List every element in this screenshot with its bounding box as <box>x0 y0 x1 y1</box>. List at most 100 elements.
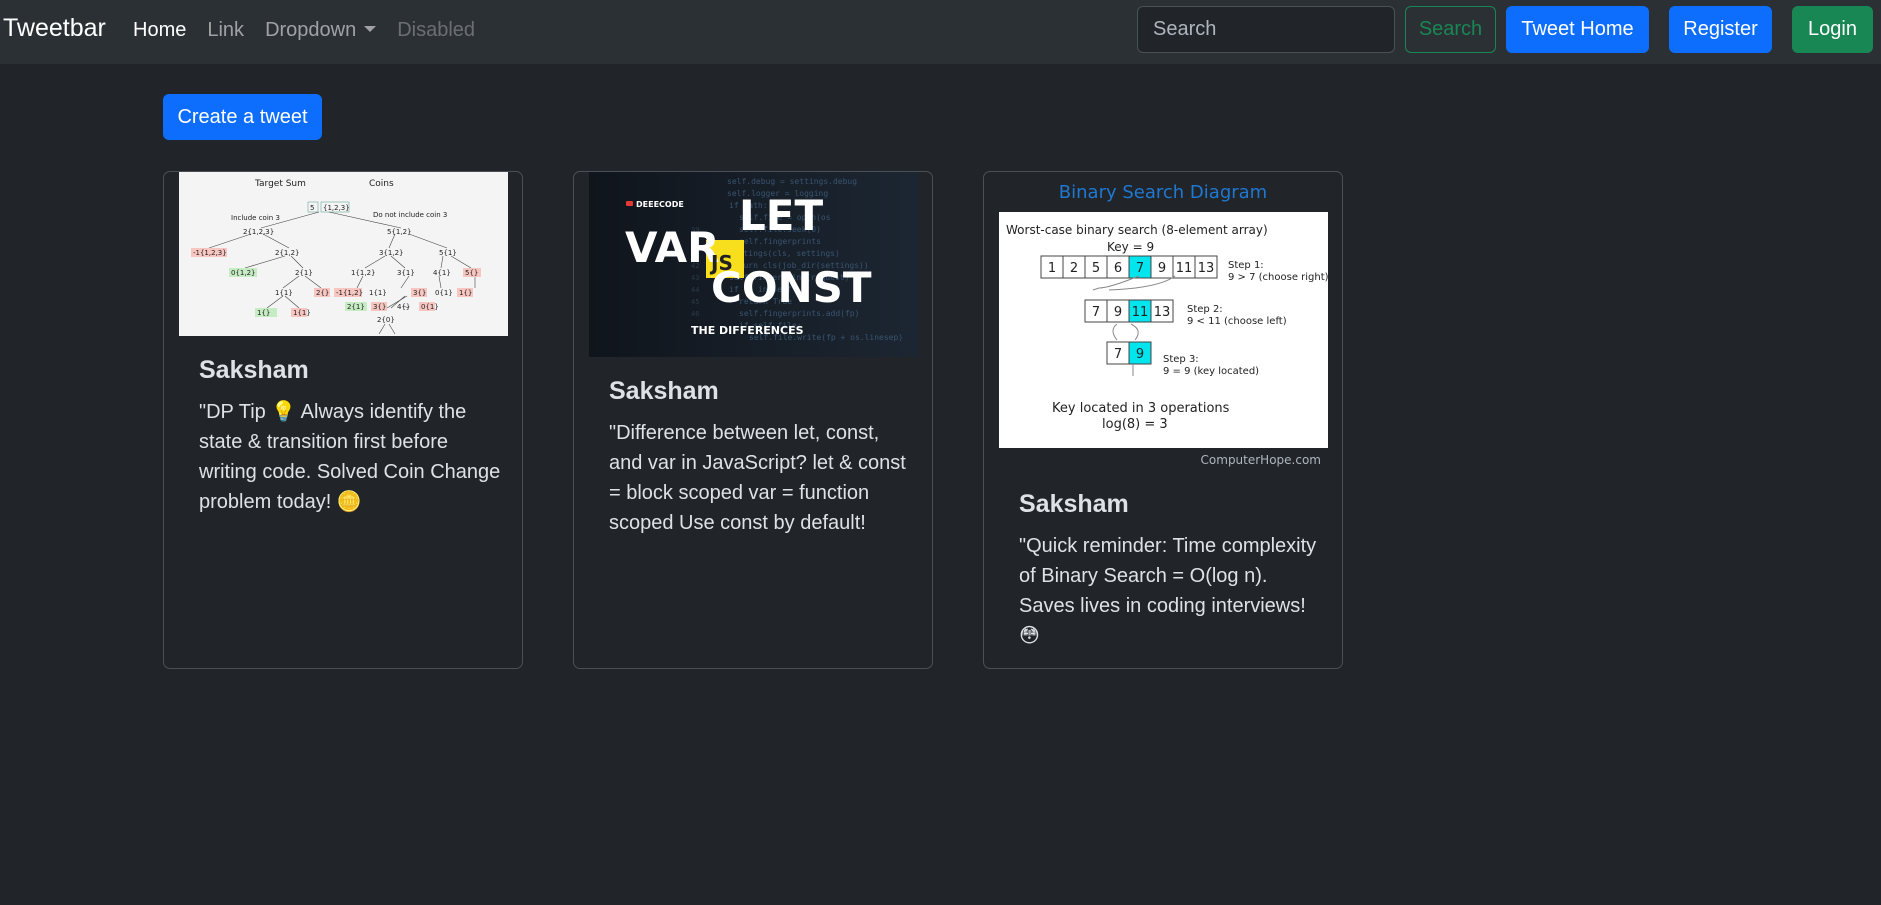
array-cell-value: 13 <box>1198 261 1215 276</box>
tree-label: 5{} <box>465 269 478 277</box>
nav-dropdown[interactable]: Dropdown <box>265 19 377 42</box>
array-cell-value: 7 <box>1136 261 1144 276</box>
register-button[interactable]: Register <box>1669 6 1772 53</box>
array-cell-value: 11 <box>1176 261 1193 276</box>
tree-label: 1{1,2} <box>351 269 376 277</box>
tree-label: Do not include coin 3 <box>373 211 447 219</box>
array-cell-value: 7 <box>1092 305 1100 320</box>
array-cell-value: 11 <box>1132 305 1149 320</box>
tweet-card: Binary Search Diagram Worst-case binary … <box>983 171 1343 669</box>
tree-label: 2{1} <box>295 269 313 277</box>
tree-label: 5 <box>310 204 314 212</box>
tree-label: 3{} <box>413 289 426 297</box>
svg-text:44: 44 <box>691 286 699 294</box>
tree-label: 3{1,2} <box>379 249 404 257</box>
search-input[interactable] <box>1137 6 1395 53</box>
js-var-let-const-image: self.debug = settings.debug self.logger … <box>589 172 918 357</box>
result-line-2: log(8) = 3 <box>1102 417 1168 432</box>
tweet-home-button[interactable]: Tweet Home <box>1506 6 1649 53</box>
tweet-card: self.debug = settings.debug self.logger … <box>573 171 933 669</box>
tree-label: 2{1} <box>347 303 365 311</box>
svg-text:45: 45 <box>691 298 699 306</box>
array-cell-value: 2 <box>1070 261 1078 276</box>
tree-label: 3{} <box>373 303 386 311</box>
login-button[interactable]: Login <box>1792 6 1873 53</box>
top-navbar: Tweetbar Home Link Dropdown Disabled Sea… <box>0 0 1881 64</box>
tree-label: 1{1} <box>275 289 293 297</box>
image-subtitle: THE DIFFERENCES <box>691 324 804 337</box>
array-cell-value: 5 <box>1092 261 1100 276</box>
array-cell-value: 6 <box>1114 261 1122 276</box>
array-row-3: 79 <box>1106 341 1152 365</box>
tree-label: 5{1,2} <box>387 228 412 236</box>
nav-link-link[interactable]: Link <box>207 19 244 42</box>
channel-name: DEEECODE <box>636 200 684 209</box>
tree-label: 0{1} <box>435 289 453 297</box>
array-cell-value: 1 <box>1048 261 1056 276</box>
card-body: Saksham "Difference between let, const, … <box>609 377 912 538</box>
nav-dropdown-label: Dropdown <box>265 19 357 41</box>
tree-label: 3{1} <box>397 269 415 277</box>
create-tweet-button[interactable]: Create a tweet <box>163 94 322 140</box>
tree-label: Include coin 3 <box>231 214 280 222</box>
diagram-title: Binary Search Diagram <box>1059 182 1267 203</box>
card-body: Saksham "Quick reminder: Time complexity… <box>1019 490 1322 651</box>
step2-title: Step 2: <box>1187 304 1223 315</box>
word-const: CONST <box>711 263 872 312</box>
diagram-key: Key = 9 <box>1107 240 1154 254</box>
tweet-text: "Quick reminder: Time complexity of Bina… <box>1019 535 1317 647</box>
nav-link-home[interactable]: Home <box>133 19 186 42</box>
tree-label: 1{1} <box>369 289 387 297</box>
coin-change-tree-image: Target Sum Coins Include coin 3 Do not i… <box>179 172 508 336</box>
array-cell-value: 9 <box>1158 261 1166 276</box>
nav-links: Home Link Dropdown Disabled <box>133 19 496 42</box>
result-line-1: Key located in 3 operations <box>1052 401 1230 416</box>
svg-text:self.debug = settings.debug: self.debug = settings.debug <box>727 177 857 186</box>
array-cell-value: 13 <box>1154 305 1171 320</box>
array-row-2: 7 9 11 13 <box>1084 299 1174 323</box>
tree-label: 2{0} <box>377 316 395 324</box>
search-button[interactable]: Search <box>1405 6 1496 53</box>
tree-label: -1{1,2,3} <box>193 249 227 257</box>
word-let: LET <box>739 191 823 240</box>
array-cell-value: 7 <box>1114 347 1122 362</box>
tree-label: 0{1} <box>421 303 439 311</box>
tree-label: 2{1,2} <box>275 249 300 257</box>
step1-title: Step 1: <box>1228 260 1264 271</box>
card-body: Saksham "DP Tip 💡 Always identify the st… <box>199 356 502 517</box>
tweet-author: Saksham <box>199 356 309 384</box>
array-row-1: 1 2 5 6 7 9 11 13 <box>1040 255 1218 279</box>
tree-label: 5{1} <box>439 249 457 257</box>
word-var: VAR <box>625 223 720 272</box>
binary-search-diagram-image: Binary Search Diagram Worst-case binary … <box>999 172 1328 469</box>
step1-detail: 9 > 7 (choose right) <box>1228 272 1328 283</box>
tree-label: Coins <box>369 179 394 189</box>
tree-label: 1{} <box>257 309 270 317</box>
step3-title: Step 3: <box>1163 354 1199 365</box>
tree-label: 2{1,2,3} <box>243 228 274 236</box>
array-cell-value: 9 <box>1114 305 1122 320</box>
chevron-down-icon <box>364 26 377 32</box>
image-credit: ComputerHope.com <box>1201 453 1321 467</box>
tree-label: 2{} <box>316 289 329 297</box>
tweet-text: "DP Tip 💡 Always identify the state & tr… <box>199 401 501 513</box>
tweet-text: "Difference between let, const, and var … <box>609 422 906 534</box>
svg-text:43: 43 <box>691 274 699 282</box>
tree-label: 1{1} <box>293 309 311 317</box>
tweet-card: Target Sum Coins Include coin 3 Do not i… <box>163 171 523 669</box>
svg-text:46: 46 <box>691 310 699 318</box>
tree-label: 0{1,2} <box>231 269 256 277</box>
array-cell-value: 9 <box>1136 347 1144 362</box>
tree-label: 4{1} <box>433 269 451 277</box>
step2-detail: 9 < 11 (choose left) <box>1187 316 1287 327</box>
svg-text:settings(cls, settings): settings(cls, settings) <box>729 249 840 258</box>
tree-label: Target Sum <box>254 179 306 189</box>
tree-label: -1{1,2} <box>336 289 363 297</box>
tree-label: {1,2,3} <box>323 204 350 212</box>
nav-link-disabled: Disabled <box>397 19 476 41</box>
tweet-author: Saksham <box>609 377 719 405</box>
tree-label: 4{} <box>397 303 410 311</box>
navbar-brand[interactable]: Tweetbar <box>3 14 106 43</box>
tree-label: 1{} <box>459 289 472 297</box>
step3-detail: 9 = 9 (key located) <box>1163 366 1259 377</box>
